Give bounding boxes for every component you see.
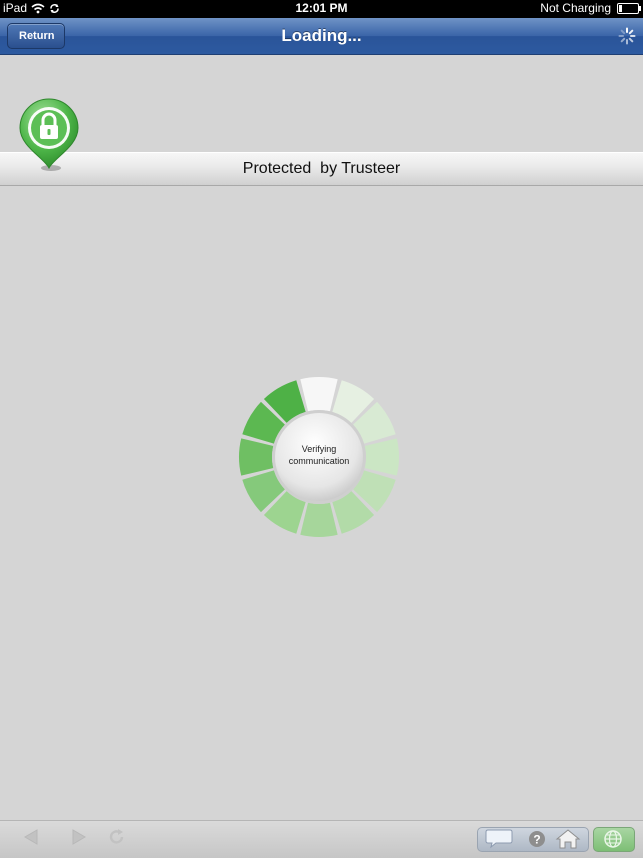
status-bar: iPad 12:01 PM Not Charging — [0, 0, 643, 18]
banner-text: Protected by Trusteer — [242, 160, 401, 177]
wheel-segment — [364, 438, 399, 476]
page-title: Loading... — [281, 26, 362, 45]
progress-label-line1: Verifying — [301, 444, 337, 454]
back-arrow-icon[interactable] — [22, 829, 40, 845]
progress-label: Verifying communication — [275, 443, 363, 467]
progress-label-line2: communication — [288, 456, 350, 466]
wheel-segment — [300, 377, 338, 412]
chat-icon[interactable] — [484, 829, 514, 849]
protected-banner: Protected by Trusteer — [0, 152, 643, 186]
forward-arrow-icon[interactable] — [70, 829, 88, 845]
home-icon[interactable] — [555, 828, 581, 850]
activity-spinner-icon — [618, 27, 636, 45]
wheel-segment — [239, 438, 274, 476]
svg-text:?: ? — [533, 833, 540, 847]
navigation-bar: Return Loading... — [0, 18, 643, 55]
globe-icon[interactable] — [603, 829, 623, 849]
refresh-icon[interactable] — [108, 828, 126, 846]
charge-status: Not Charging — [540, 1, 611, 15]
wheel-segment — [300, 502, 338, 537]
status-right: Not Charging — [540, 1, 641, 15]
lock-pin-icon — [19, 98, 79, 171]
battery-icon — [617, 2, 641, 14]
help-icon[interactable]: ? — [527, 829, 547, 849]
